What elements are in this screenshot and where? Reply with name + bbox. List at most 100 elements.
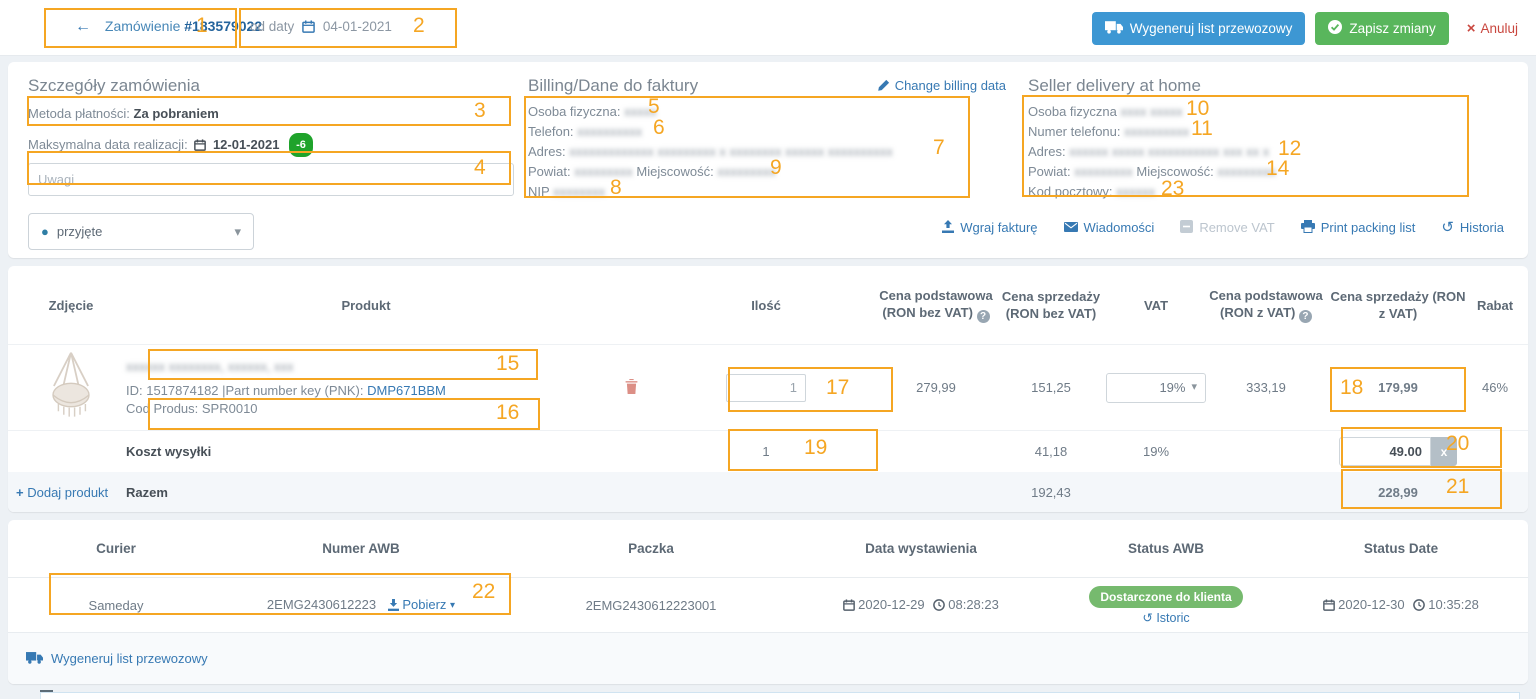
header-awb-status: Status AWB xyxy=(1046,541,1286,556)
add-product-link[interactable]: + Dodaj produkt xyxy=(16,485,126,500)
billing-address-value-redacted: xxxxxxxxxxxxx xxxxxxxxx x xxxxxxxx xxxxx… xyxy=(569,144,893,159)
awb-row: Sameday 2EMG2430612223 Pobierz ▾ 2EMG243… xyxy=(8,578,1528,632)
product-sale-net: 151,25 xyxy=(996,380,1106,395)
upload-icon xyxy=(942,220,954,235)
product-code: Cod Produs: SPR0010 xyxy=(126,401,606,416)
header-product: Produkt xyxy=(126,297,606,314)
messages-link[interactable]: Wiadomości xyxy=(1064,220,1155,235)
awb-status-datetime: 2020-12-30 10:35:28 xyxy=(1286,597,1516,613)
delivery-phone-line: Numer telefonu: xxxxxxxxxx xyxy=(1028,122,1506,142)
awb-card: Curier Numer AWB Paczka Data wystawienia… xyxy=(8,520,1528,684)
awb-history-label: Istoric xyxy=(1156,611,1189,625)
totals-row: + Dodaj produkt Razem 192,43 228,99 xyxy=(8,472,1528,512)
delivery-postcode-value-redacted: xxxxxx xyxy=(1116,184,1155,199)
delivery-county-label: Powiat: xyxy=(1028,164,1071,179)
product-id-line: ID: 1517874182 |Part number key (PNK): D… xyxy=(126,383,606,398)
generate-waybill-footer-link[interactable]: Wygeneruj list przewozowy xyxy=(26,651,208,666)
download-icon xyxy=(388,599,399,613)
order-details-card: Szczegóły zamówienia Metoda płatności: Z… xyxy=(8,62,1528,258)
product-photo[interactable] xyxy=(16,350,126,425)
product-qty-input[interactable] xyxy=(726,374,806,402)
messages-label: Wiadomości xyxy=(1084,220,1155,235)
awb-table-header: Curier Numer AWB Paczka Data wystawienia… xyxy=(8,520,1528,578)
clock-icon xyxy=(933,599,945,613)
billing-address-line: Adres: xxxxxxxxxxxxx xxxxxxxxx x xxxxxxx… xyxy=(528,142,1006,162)
generate-waybill-button[interactable]: Wygeneruj list przewozowy xyxy=(1092,12,1306,45)
remove-vat-link: Remove VAT xyxy=(1180,220,1274,235)
shipping-qty: 1 xyxy=(656,444,876,459)
delivery-county-value-redacted: xxxxxxxxx xyxy=(1074,164,1133,179)
upload-invoice-label: Wgraj fakturę xyxy=(960,220,1037,235)
header-sale-net: Cena sprzedaży (RON bez VAT) xyxy=(996,288,1106,322)
order-breadcrumb[interactable]: ← Zamówienie #183579022 xyxy=(75,18,262,35)
download-awb-link[interactable]: Pobierz ▾ xyxy=(388,597,455,612)
back-arrow-icon[interactable]: ← xyxy=(75,19,91,35)
change-billing-link[interactable]: Change billing data xyxy=(878,78,1006,93)
awb-status-badge: Dostarczone do klienta xyxy=(1089,586,1242,608)
print-packing-list-link[interactable]: Print packing list xyxy=(1301,220,1416,235)
history-icon: ↺ xyxy=(1441,220,1454,235)
delete-product-button[interactable] xyxy=(606,379,656,397)
history-label: Historia xyxy=(1460,220,1504,235)
question-circle-icon[interactable]: ? xyxy=(1299,310,1312,323)
order-date-field[interactable]: od daty 04-01-2021 xyxy=(250,19,392,35)
total-label: Razem xyxy=(126,485,606,500)
billing-nip-line: NIP xxxxxxxx xyxy=(528,182,1006,202)
product-discount: 46% xyxy=(1470,380,1520,395)
pencil-icon xyxy=(878,79,890,93)
calendar-icon xyxy=(843,599,855,613)
total-gross: 228,99 xyxy=(1326,485,1470,500)
deadline-label: Maksymalna data realizacji: xyxy=(28,137,188,152)
generate-waybill-label: Wygeneruj list przewozowy xyxy=(1130,21,1293,36)
status-dot-icon: ● xyxy=(41,225,49,238)
change-billing-label: Change billing data xyxy=(895,78,1006,93)
question-circle-icon[interactable]: ? xyxy=(977,310,990,323)
header-issue-date: Data wystawienia xyxy=(796,541,1046,556)
product-pnk-link[interactable]: DMP671BBM xyxy=(367,383,446,398)
truck-icon xyxy=(26,652,43,666)
deadline-date-value: 12-01-2021 xyxy=(213,137,280,152)
shipping-price-clear-button[interactable]: x xyxy=(1431,437,1457,466)
header-package: Paczka xyxy=(506,541,796,556)
plus-icon: + xyxy=(16,485,24,500)
minus-square-icon xyxy=(1180,220,1193,235)
billing-person-label: Osoba fizyczna: xyxy=(528,104,621,119)
top-toolbar: ← Zamówienie #183579022 od daty 04-01-20… xyxy=(0,0,1536,56)
product-vat-value: 19% xyxy=(1159,380,1185,395)
chevron-down-icon: ▾ xyxy=(234,225,241,238)
history-link[interactable]: ↺ Historia xyxy=(1441,220,1504,235)
product-vat-select[interactable]: 19% ▾ xyxy=(1106,373,1206,403)
billing-address-label: Adres: xyxy=(528,144,566,159)
delivery-address-line: Adres: xxxxxx xxxxx xxxxxxxxxxx xxx xx x xyxy=(1028,142,1506,162)
order-date-value: 04-01-2021 xyxy=(323,19,392,34)
order-status-value: przyjęte xyxy=(57,224,103,239)
order-status-select[interactable]: ● przyjęte ▾ xyxy=(28,213,254,250)
delivery-phone-label: Numer telefonu: xyxy=(1028,124,1121,139)
deadline-days-badge: -6 xyxy=(289,133,313,157)
awb-courier: Sameday xyxy=(16,598,216,613)
delivery-postcode-line: Kod pocztowy: xxxxxx xyxy=(1028,182,1506,202)
notes-input[interactable] xyxy=(28,163,514,196)
save-changes-label: Zapisz zmiany xyxy=(1349,21,1435,36)
cancel-button[interactable]: × Anuluj xyxy=(1467,21,1518,36)
trash-icon xyxy=(625,379,638,394)
order-date-label: od daty xyxy=(250,19,294,34)
shipping-price-input[interactable] xyxy=(1339,437,1431,466)
awb-history-link[interactable]: ↺ Istoric xyxy=(1046,611,1286,625)
billing-nip-label: NIP xyxy=(528,184,549,199)
product-name-redacted[interactable]: xxxxxx xxxxxxxx, xxxxxx, xxx xyxy=(126,359,606,374)
print-packing-list-label: Print packing list xyxy=(1321,220,1416,235)
hanging-chair-image xyxy=(44,350,98,422)
products-card: Zdjęcie Produkt Ilość Cena podstawowa (R… xyxy=(8,266,1528,512)
upload-invoice-link[interactable]: Wgraj fakturę xyxy=(942,220,1037,235)
product-id-label: ID: 1517874182 |Part number key (PNK): xyxy=(126,383,364,398)
calendar-icon xyxy=(302,20,315,36)
clock-icon xyxy=(1413,599,1425,613)
billing-city-label: Miejscowość: xyxy=(636,164,713,179)
calendar-icon xyxy=(194,139,206,153)
calendar-icon xyxy=(1323,599,1335,613)
delivery-city-value-redacted: xxxxxxxxx xyxy=(1217,164,1276,179)
cancel-label: Anuluj xyxy=(1480,21,1518,36)
header-courier: Curier xyxy=(16,541,216,556)
save-changes-button[interactable]: Zapisz zmiany xyxy=(1315,12,1448,45)
